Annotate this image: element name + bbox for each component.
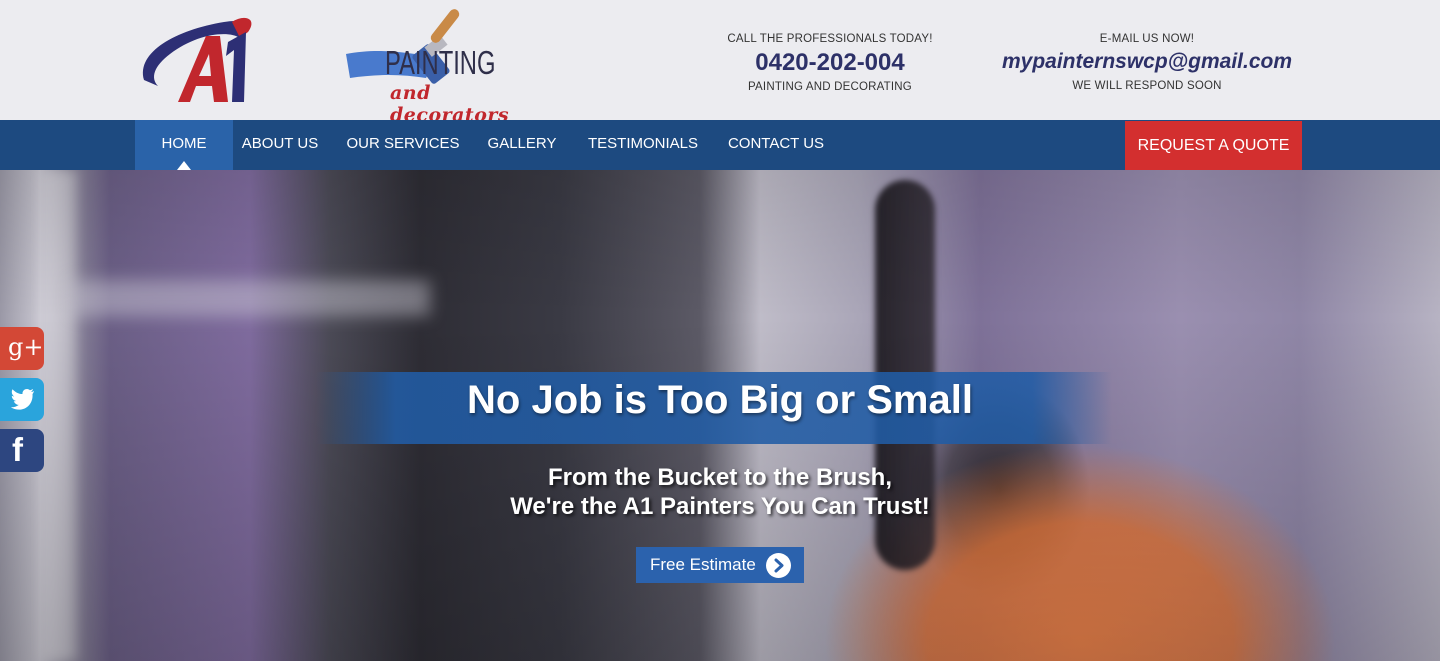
nav-item-gallery[interactable]: GALLERY [478,120,566,170]
hero-headline: No Job is Too Big or Small [467,378,973,422]
company-logo[interactable]: PAINTING and decorators [136,2,509,126]
phone-contact-block: CALL THE PROFESSIONALS TODAY! 0420-202-0… [720,33,940,93]
free-estimate-button[interactable]: Free Estimate [636,547,804,583]
facebook-icon: f [12,431,23,468]
twitter-link[interactable] [0,378,44,421]
phone-caption: PAINTING AND DECORATING [748,81,912,93]
nav-item-contact-us[interactable]: CONTACT US [718,120,834,170]
nav-item-testimonials[interactable]: TESTIMONIALS [578,120,708,170]
chevron-right-circle-icon [766,553,791,578]
facebook-link[interactable]: f [0,429,44,472]
hero-banner-image: No Job is Too Big or Small From the Buck… [0,170,1440,661]
nav-item-about-us[interactable]: ABOUT US [233,120,327,170]
site-header: PAINTING and decorators CALL THE PROFESS… [0,0,1440,126]
phone-heading: CALL THE PROFESSIONALS TODAY! [727,33,933,45]
phone-number[interactable]: 0420-202-004 [720,49,940,77]
google-plus-link[interactable]: g+ [0,327,44,370]
email-caption: WE WILL RESPOND SOON [1072,80,1222,92]
twitter-bird-icon [10,389,35,410]
request-quote-button[interactable]: REQUEST A QUOTE [1125,121,1302,170]
nav-item-home[interactable]: HOME [135,120,233,170]
email-address[interactable]: mypainternswcp@gmail.com [1000,50,1294,74]
google-plus-icon: g+ [8,333,44,361]
email-contact-block: E-MAIL US NOW! mypainternswcp@gmail.com … [1000,33,1294,92]
nav-item-our-services[interactable]: OUR SERVICES [338,120,468,170]
free-estimate-label: Free Estimate [650,555,756,574]
hero-subheadline: From the Bucket to the Brush, We're the … [510,464,930,520]
email-heading: E-MAIL US NOW! [1099,33,1195,45]
logo-painting-word: PAINTING [385,44,496,81]
